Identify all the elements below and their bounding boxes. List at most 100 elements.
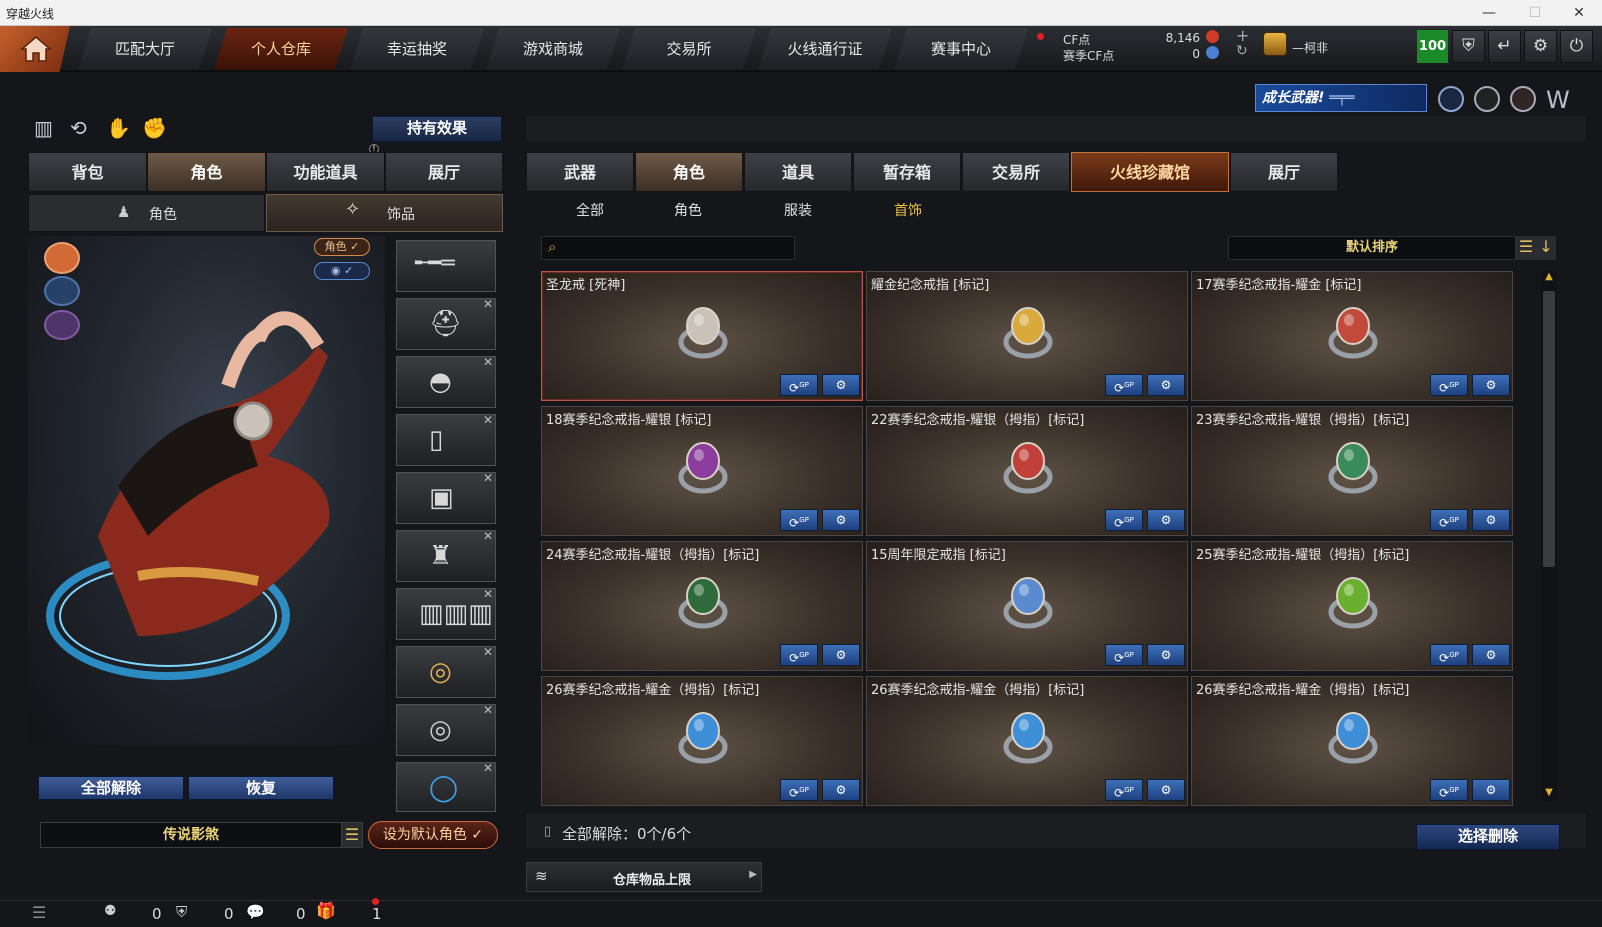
remove-slot-icon[interactable]: ✕: [483, 471, 493, 485]
item-card[interactable]: 26赛季纪念戒指-耀金（拇指）[标记] ⟳GP ⚙: [866, 676, 1188, 806]
item-settings-button[interactable]: ⚙: [1147, 779, 1185, 801]
stats-icon[interactable]: ▥: [34, 116, 53, 140]
tab-characters[interactable]: 角色: [635, 152, 743, 192]
slot-ammo[interactable]: ✕ ▥▥▥: [396, 587, 496, 640]
subtab-accessory[interactable]: ✧ 饰品: [266, 194, 503, 232]
tab-event-center[interactable]: 赛事中心: [894, 28, 1028, 70]
exchange-gp-button[interactable]: ⟳GP: [1430, 374, 1468, 396]
sort-desc-icon[interactable]: ↓: [1536, 236, 1556, 260]
tab-function-items[interactable]: 功能道具: [266, 152, 385, 192]
search-box[interactable]: ⌕: [541, 236, 795, 260]
refresh-icon[interactable]: ↻: [1236, 43, 1248, 59]
slot-weapon[interactable]: ╾━═: [396, 240, 496, 292]
character-preview[interactable]: 角色 ✓ ◉ ✓: [28, 236, 385, 745]
tab-trade[interactable]: 交易所: [962, 152, 1070, 192]
pose-icon[interactable]: ✋: [106, 116, 131, 140]
exchange-gp-button[interactable]: ⟳GP: [1430, 509, 1468, 531]
scrollbar[interactable]: ▲ ▼: [1541, 271, 1557, 801]
emblem-icon[interactable]: [1438, 86, 1464, 112]
item-settings-button[interactable]: ⚙: [822, 374, 860, 396]
sort-dropdown[interactable]: 默认排序: [1228, 236, 1516, 260]
tab-exhibit[interactable]: 展厅: [1230, 152, 1338, 192]
slot-bottle[interactable]: ✕ ♜: [396, 529, 496, 582]
tab-temp-box[interactable]: 暂存箱: [853, 152, 961, 192]
promo-banner[interactable]: 成长武器! ═╤═: [1255, 84, 1427, 112]
slot-ring-silver[interactable]: ✕ ◎: [396, 703, 496, 756]
search-input[interactable]: [568, 239, 788, 257]
item-settings-button[interactable]: ⚙: [822, 644, 860, 666]
badge-icon[interactable]: [44, 276, 80, 306]
exchange-gp-button[interactable]: ⟳GP: [780, 509, 818, 531]
item-card[interactable]: 18赛季纪念戒指-耀银 [标记] ⟳GP ⚙: [541, 406, 863, 536]
subtab-character[interactable]: ♟ 角色: [28, 194, 265, 232]
list-icon[interactable]: ☰: [1516, 236, 1536, 260]
item-card[interactable]: 15周年限定戒指 [标记] ⟳GP ⚙: [866, 541, 1188, 671]
exchange-gp-button[interactable]: ⟳GP: [780, 374, 818, 396]
eagle-icon[interactable]: [44, 242, 80, 274]
visibility-toggle-chip[interactable]: ◉ ✓: [314, 262, 370, 280]
tab-collection-hall[interactable]: 火线珍藏馆: [1071, 152, 1229, 192]
exchange-gp-button[interactable]: ⟳GP: [1105, 509, 1143, 531]
item-settings-button[interactable]: ⚙: [1147, 509, 1185, 531]
item-settings-button[interactable]: ⚙: [1472, 374, 1510, 396]
close-button[interactable]: ✕: [1556, 0, 1602, 26]
item-card[interactable]: 23赛季纪念戒指-耀银（拇指）[标记] ⟳GP ⚙: [1191, 406, 1513, 536]
item-card[interactable]: 24赛季纪念戒指-耀银（拇指）[标记] ⟳GP ⚙: [541, 541, 863, 671]
item-card[interactable]: 26赛季纪念戒指-耀金（拇指）[标记] ⟳GP ⚙: [541, 676, 863, 806]
remove-slot-icon[interactable]: ✕: [483, 297, 493, 311]
unequip-all-button[interactable]: 全部解除: [38, 776, 184, 800]
globe-icon[interactable]: [1474, 86, 1500, 112]
hold-effect-button[interactable]: 持有效果: [372, 116, 502, 142]
slot-goggles[interactable]: ✕ ◓: [396, 355, 496, 408]
exchange-gp-button[interactable]: ⟳GP: [1430, 779, 1468, 801]
w-logo-icon[interactable]: W: [1546, 86, 1570, 114]
item-card[interactable]: 25赛季纪念戒指-耀银（拇指）[标记] ⟳GP ⚙: [1191, 541, 1513, 671]
rotate-icon[interactable]: ⟲: [70, 116, 87, 140]
item-settings-button[interactable]: ⚙: [1472, 779, 1510, 801]
list-menu-icon[interactable]: ☰: [32, 903, 46, 922]
remove-slot-icon[interactable]: ✕: [483, 355, 493, 369]
friends-icon[interactable]: ⚉: [104, 903, 117, 919]
character-name-field[interactable]: 传说影煞: [40, 822, 342, 848]
exchange-gp-button[interactable]: ⟳GP: [1105, 644, 1143, 666]
item-card[interactable]: 22赛季纪念戒指-耀银（拇指）[标记] ⟳GP ⚙: [866, 406, 1188, 536]
tab-backpack[interactable]: 背包: [28, 152, 147, 192]
exchange-gp-button[interactable]: ⟳GP: [780, 779, 818, 801]
item-card[interactable]: 耀金纪念戒指 [标记] ⟳GP ⚙: [866, 271, 1188, 401]
exchange-gp-button[interactable]: ⟳GP: [1105, 374, 1143, 396]
hand-icon[interactable]: ✊: [142, 116, 167, 140]
slot-backpack[interactable]: ✕ ▣: [396, 471, 496, 524]
remove-slot-icon[interactable]: ✕: [483, 413, 493, 427]
tab-personal-warehouse[interactable]: 个人仓库: [214, 28, 348, 70]
subtab-role[interactable]: 角色: [658, 200, 718, 220]
scroll-down-icon[interactable]: ▼: [1541, 787, 1557, 801]
item-settings-button[interactable]: ⚙: [1472, 509, 1510, 531]
role-toggle-chip[interactable]: 角色 ✓: [314, 238, 370, 256]
subtab-clothing[interactable]: 服装: [768, 200, 828, 220]
remove-slot-icon[interactable]: ✕: [483, 703, 493, 717]
tab-lucky-draw[interactable]: 幸运抽奖: [350, 28, 484, 70]
shield-icon[interactable]: ⛨: [1452, 30, 1485, 63]
tab-character[interactable]: 角色: [147, 152, 266, 192]
item-settings-button[interactable]: ⚙: [822, 509, 860, 531]
tab-exchange[interactable]: 交易所: [622, 28, 756, 70]
slot-helmet[interactable]: ✕ ⛑: [396, 297, 496, 350]
maximize-button[interactable]: ☐: [1512, 0, 1558, 26]
minimize-button[interactable]: —: [1466, 0, 1512, 26]
subtab-jewelry[interactable]: 首饰: [878, 200, 938, 220]
tab-battle-pass[interactable]: 火线通行证: [758, 28, 892, 70]
clan-shield-icon[interactable]: ⛨: [176, 903, 187, 921]
gear-icon[interactable]: ⚙: [1524, 30, 1557, 63]
home-button[interactable]: [0, 26, 70, 72]
item-card[interactable]: 17赛季纪念戒指-耀金 [标记] ⟳GP ⚙: [1191, 271, 1513, 401]
slot-ring-gold[interactable]: ✕ ◎: [396, 645, 496, 698]
exchange-gp-button[interactable]: ⟳GP: [780, 644, 818, 666]
storage-limit-bar[interactable]: ≋ 仓库物品上限 ▶: [526, 862, 762, 892]
wing-icon[interactable]: [44, 310, 80, 340]
slot-radio[interactable]: ✕ ▯: [396, 413, 496, 466]
remove-slot-icon[interactable]: ✕: [483, 645, 493, 659]
tab-match-hall[interactable]: 匹配大厅: [78, 28, 212, 70]
select-delete-button[interactable]: 选择删除: [1416, 824, 1560, 850]
set-default-button[interactable]: 设为默认角色 ✓: [368, 821, 498, 849]
exchange-gp-button[interactable]: ⟳GP: [1105, 779, 1143, 801]
